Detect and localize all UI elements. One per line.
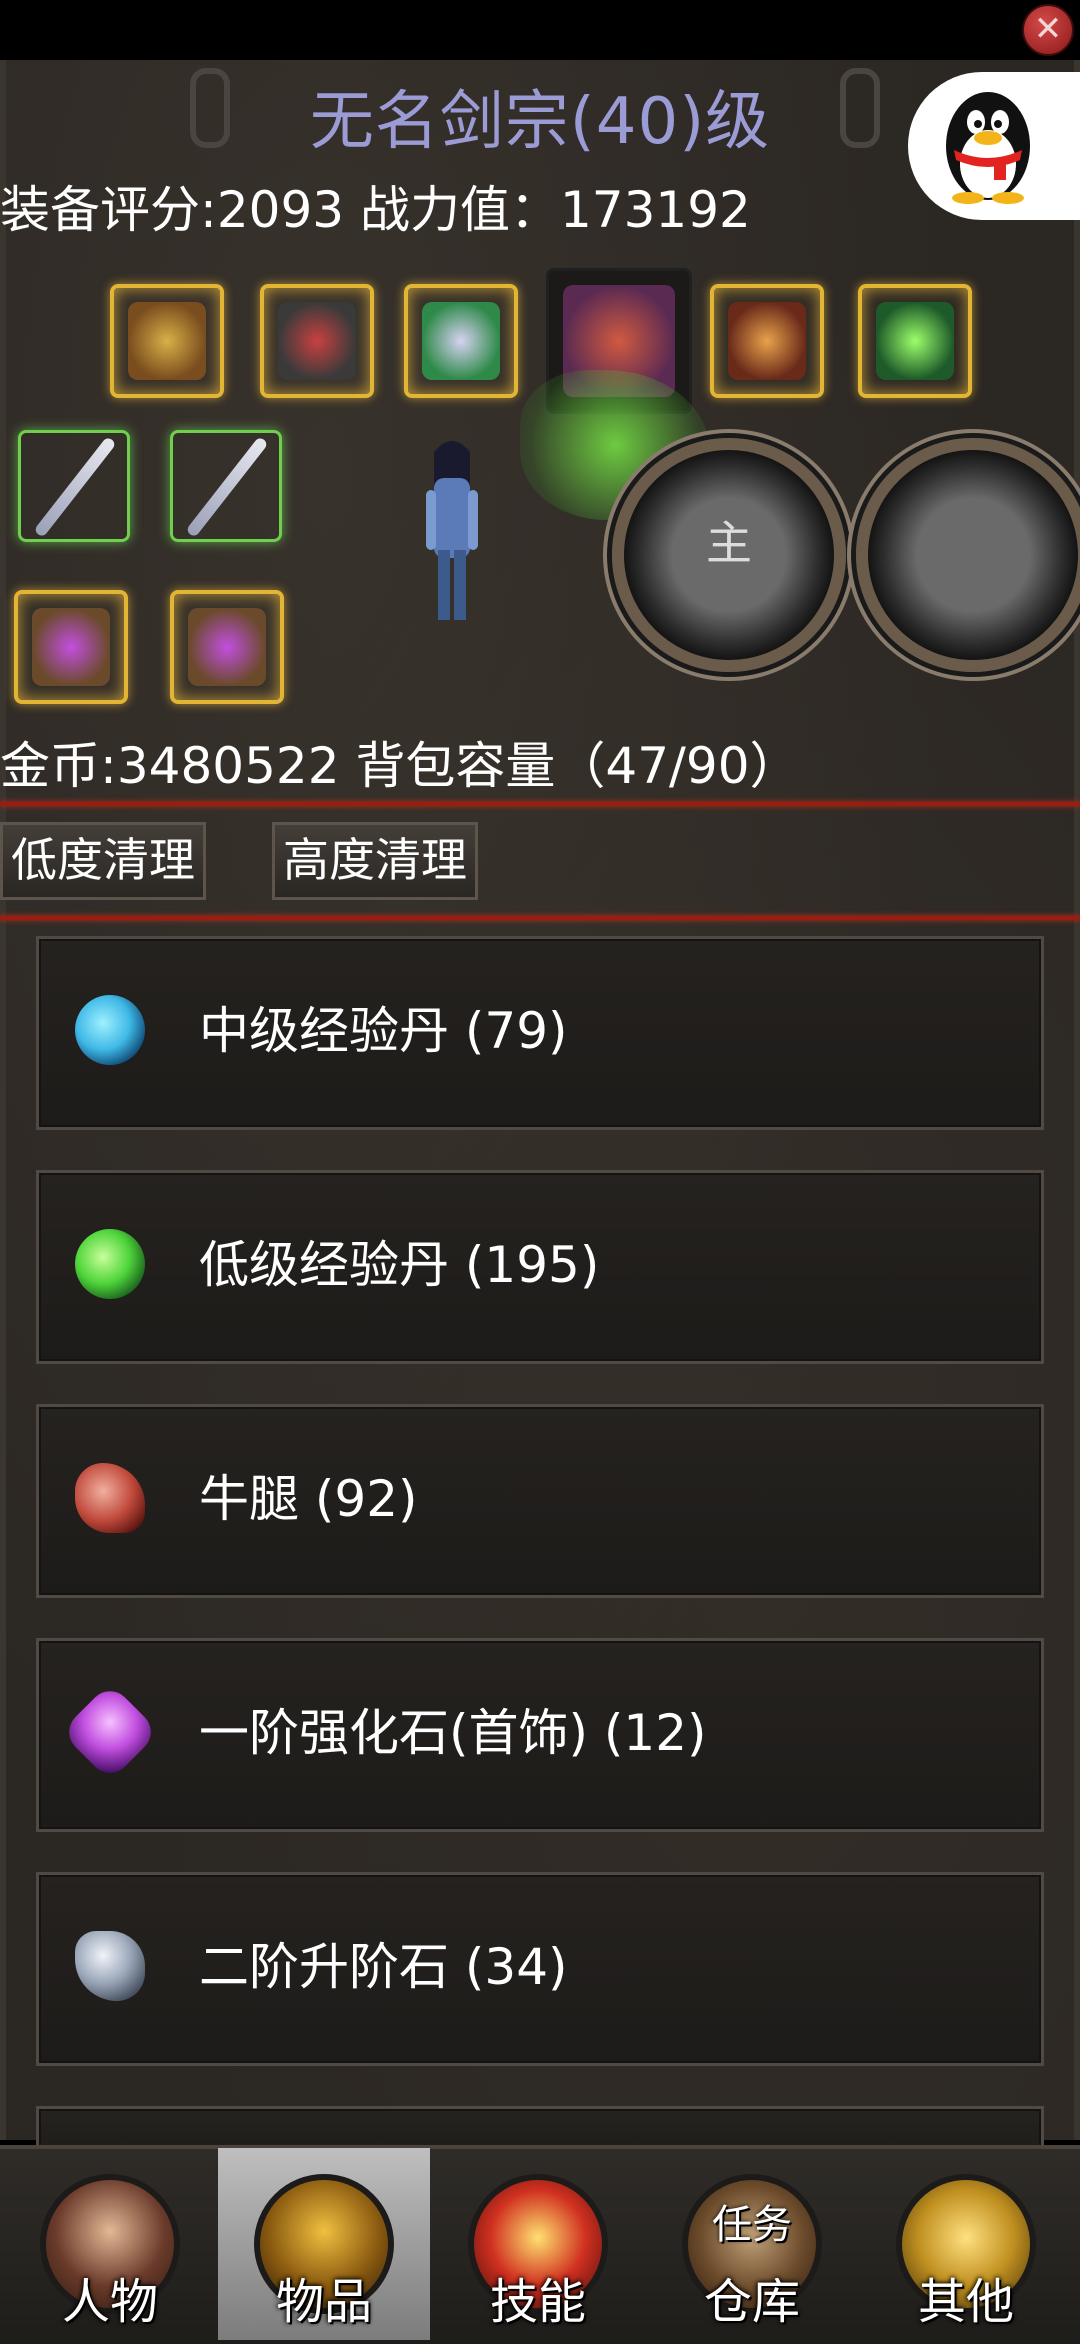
tiger-face-icon <box>868 450 1078 660</box>
equip-slot-necklace[interactable] <box>404 284 518 398</box>
tab-other[interactable]: 其他 <box>860 2148 1072 2340</box>
qq-penguin-icon <box>946 92 1030 204</box>
ring-icon <box>188 608 266 686</box>
divider <box>0 802 1080 806</box>
sword-icon <box>33 436 117 538</box>
high-clean-button[interactable]: 高度清理 <box>272 822 478 900</box>
equip-score: 装备评分:2093 <box>0 181 345 239</box>
low-clean-button[interactable]: 低度清理 <box>0 822 206 900</box>
list-item[interactable]: 一阶强化石(首饰) (12) <box>36 1638 1044 1832</box>
belt-icon <box>728 302 806 380</box>
necklace-icon <box>422 302 500 380</box>
tab-label: 人物 <box>61 2274 158 2330</box>
equip-slot-helmet[interactable] <box>110 284 224 398</box>
tab-label: 仓库 <box>703 2274 800 2330</box>
list-item[interactable]: 中级经验丹 (79) <box>36 936 1044 1130</box>
tab-skills[interactable]: 技能 <box>432 2148 644 2340</box>
tab-warehouse[interactable]: 任务 仓库 <box>646 2148 858 2340</box>
list-item[interactable]: 二阶升阶石 (34) <box>36 1872 1044 2066</box>
stats-line: 装备评分:2093 战力值：173192 <box>0 170 751 242</box>
golden-helmet-icon <box>128 302 206 380</box>
mount-slot-main[interactable]: 主 <box>612 438 846 672</box>
close-button[interactable]: ✕ <box>1022 4 1074 56</box>
divider <box>0 916 1080 920</box>
character-avatar <box>426 441 478 620</box>
item-name: 中级经验丹 (79) <box>199 1002 568 1060</box>
green-orb-icon <box>75 1229 145 1299</box>
bag-capacity: 背包容量（47/90） <box>355 737 800 795</box>
gold-capacity-line: 金币:3480522 背包容量（47/90） <box>0 726 1080 798</box>
equip-slot-armor[interactable] <box>260 284 374 398</box>
item-name: 一阶强化石(首饰) (12) <box>199 1704 707 1762</box>
qq-badge[interactable] <box>908 72 1080 220</box>
equip-slot-weapon-1[interactable] <box>18 430 130 542</box>
mount-slot-secondary[interactable] <box>856 438 1080 672</box>
tab-label: 其他 <box>917 2274 1014 2330</box>
list-item[interactable]: 低级经验丹 (195) <box>36 1170 1044 1364</box>
tab-label: 技能 <box>489 2274 586 2330</box>
equip-slot-ring-1[interactable] <box>14 590 128 704</box>
tab-character[interactable]: 人物 <box>4 2148 216 2340</box>
combat-power: 战力值：173192 <box>360 181 751 239</box>
green-orb-icon <box>876 302 954 380</box>
equip-slot-orb[interactable] <box>858 284 972 398</box>
tab-label: 物品 <box>275 2274 372 2330</box>
equip-slot-belt[interactable] <box>710 284 824 398</box>
dark-armor-icon <box>278 302 356 380</box>
gray-stone-icon <box>75 1931 145 2001</box>
meat-leg-icon <box>75 1463 145 1533</box>
item-name: 牛腿 (92) <box>199 1470 418 1528</box>
ring-icon <box>32 608 110 686</box>
purple-gem-icon <box>60 1682 160 1782</box>
sword-icon <box>185 436 269 538</box>
equip-slot-weapon-2[interactable] <box>170 430 282 542</box>
tab-sublabel: 任务 <box>712 2202 792 2248</box>
equip-slot-ring-2[interactable] <box>170 590 284 704</box>
item-name: 二阶升阶石 (34) <box>199 1938 568 1996</box>
tab-items[interactable]: 物品 <box>218 2148 430 2340</box>
main-label: 主 <box>706 516 752 570</box>
gold-amount: 金币:3480522 <box>0 737 340 795</box>
item-name: 低级经验丹 (195) <box>199 1236 600 1294</box>
list-item[interactable]: 牛腿 (92) <box>36 1404 1044 1598</box>
blue-orb-icon <box>75 995 145 1065</box>
